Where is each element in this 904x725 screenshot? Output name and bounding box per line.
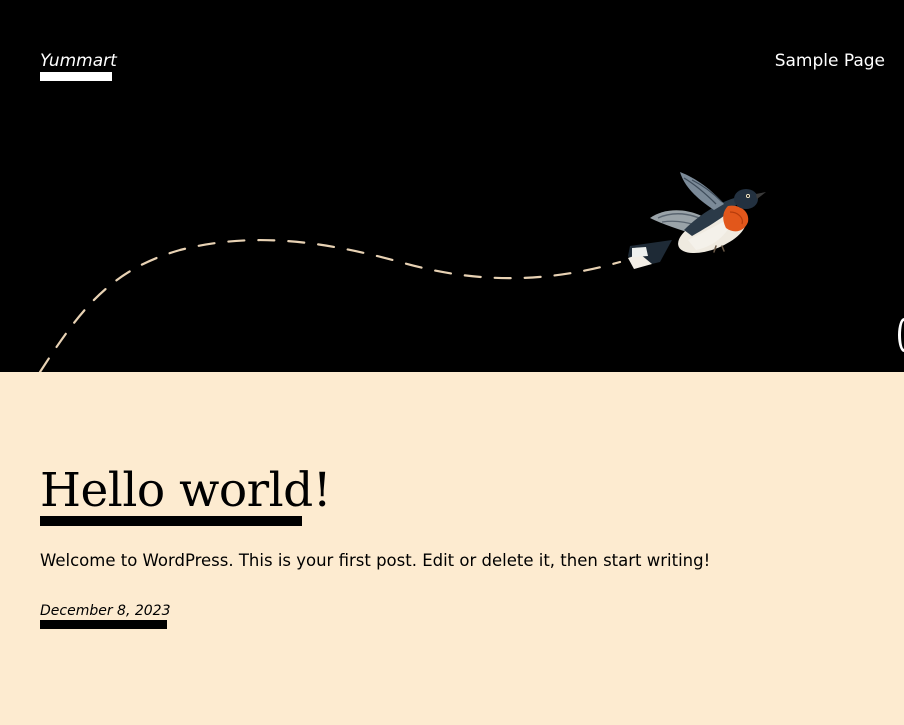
- post-title-link[interactable]: Hello world!: [40, 460, 332, 522]
- post-excerpt: Welcome to WordPress. This is your first…: [40, 551, 711, 570]
- bird-icon: [628, 172, 766, 269]
- post-date-link[interactable]: December 8, 2023: [40, 601, 170, 621]
- post-title-underline: [40, 516, 302, 526]
- site-header: Yummart Sample Page: [0, 0, 904, 372]
- hero-illustration: [38, 172, 766, 372]
- scroll-edge-handle: [898, 318, 904, 352]
- post-date-underline: [40, 620, 167, 629]
- flight-path: [38, 238, 622, 372]
